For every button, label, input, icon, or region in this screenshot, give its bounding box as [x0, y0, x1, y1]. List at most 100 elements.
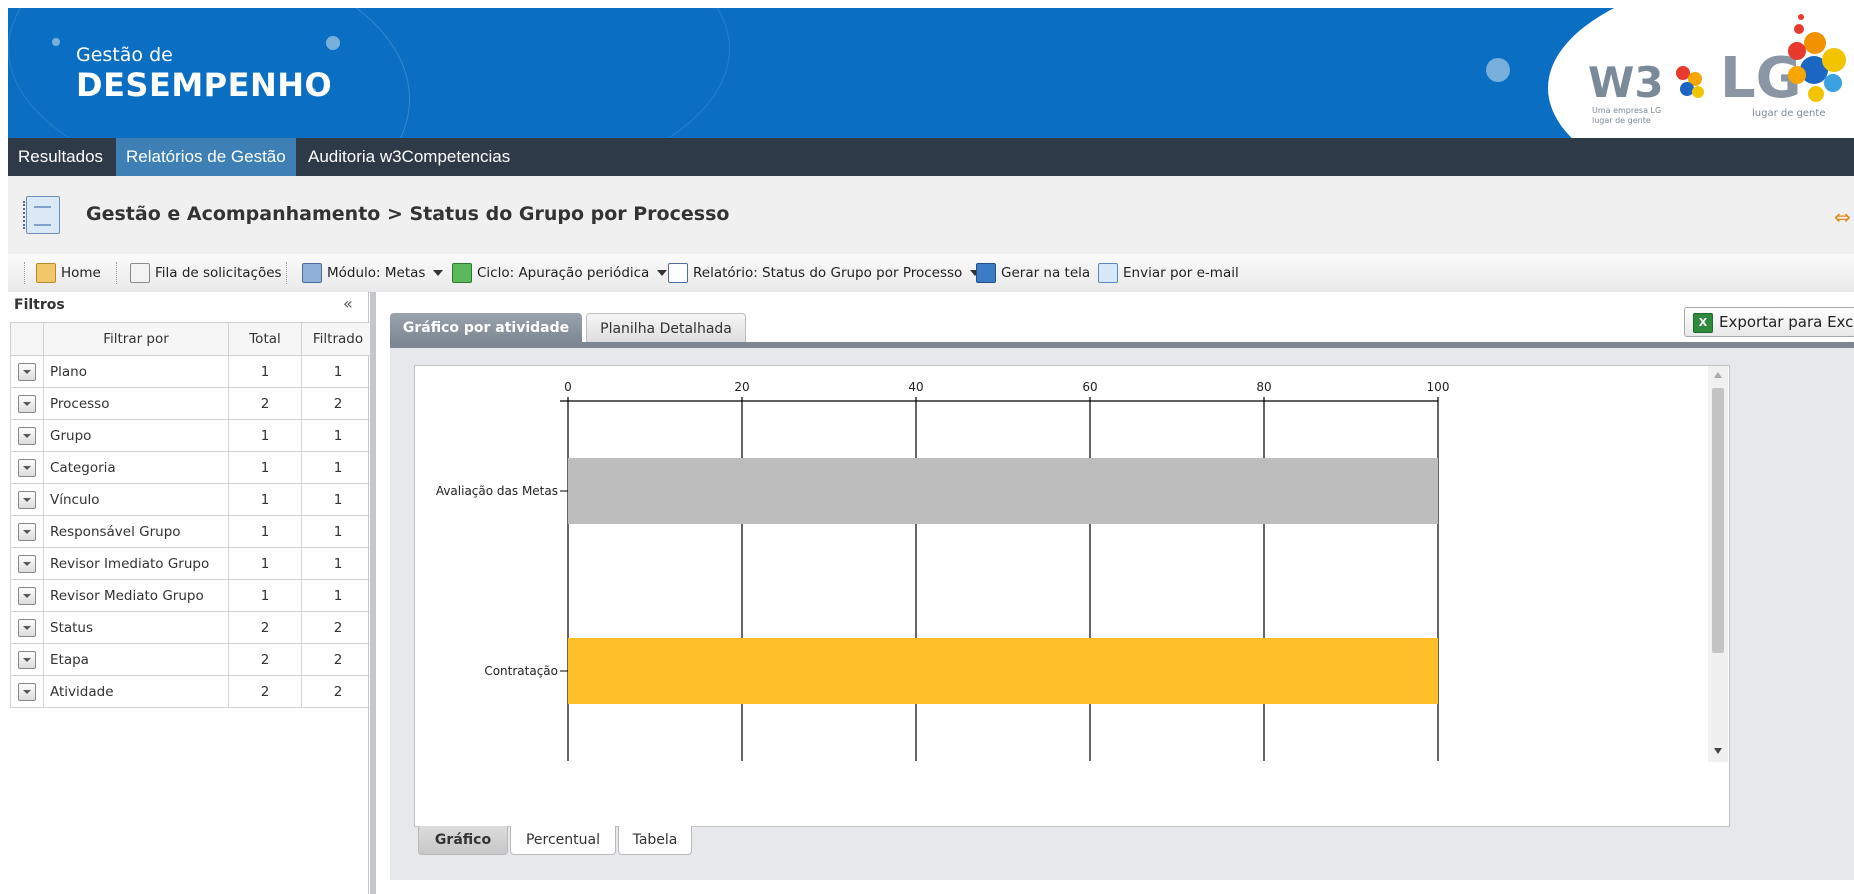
menu-item-relatorios-de-gestao[interactable]: Relatórios de Gestão: [116, 138, 296, 176]
bar-chart: 0 20 40 60 80 100 Avaliação das Metas Contrataç…: [436, 380, 1449, 761]
chart-vertical-scrollbar[interactable]: [1708, 366, 1728, 762]
logo-ball: [1798, 14, 1804, 20]
filter-total: 1: [228, 515, 302, 548]
x-tick-label: 40: [908, 380, 923, 394]
tab-percentual[interactable]: Percentual: [510, 826, 616, 855]
excel-icon: X: [1693, 312, 1713, 333]
filter-name: Atividade: [43, 675, 229, 708]
filter-name: Etapa: [43, 643, 229, 676]
chevron-down-icon: [433, 270, 444, 276]
cycle-label: Ciclo: Apuração periódica: [477, 265, 650, 281]
filter-dropdown-button[interactable]: [10, 515, 44, 548]
header-decoration: [326, 36, 340, 50]
tab-grafico-por-atividade[interactable]: Gráfico por atividade: [390, 313, 582, 343]
filter-dropdown-button[interactable]: [10, 579, 44, 612]
envelope-icon: [1098, 263, 1118, 283]
table-row: Revisor Mediato Grupo 1 1: [10, 579, 375, 612]
scroll-down-arrow-icon[interactable]: [1714, 748, 1722, 754]
menu-item-auditoria[interactable]: Auditoria w3Competencias: [298, 138, 520, 176]
chevron-down-icon: [18, 618, 36, 637]
table-row: Revisor Imediato Grupo 1 1: [10, 547, 375, 580]
filter-total: 1: [228, 355, 302, 388]
filter-total: 1: [228, 419, 302, 452]
filter-filtered: 2: [301, 611, 375, 644]
module-dropdown[interactable]: Módulo: Metas: [302, 263, 444, 283]
menu-item-resultados[interactable]: Resultados: [8, 138, 113, 176]
filter-name: Grupo: [43, 419, 229, 452]
logo-ball: [1692, 86, 1704, 98]
filter-dropdown-button[interactable]: [10, 355, 44, 388]
chevron-down-icon: [18, 650, 36, 669]
table-row: Status 2 2: [10, 611, 375, 644]
request-queue-button[interactable]: Fila de solicitações: [130, 263, 282, 283]
logo-ball: [1788, 42, 1806, 60]
w3-logo: W3: [1588, 58, 1664, 107]
send-email-button[interactable]: Enviar por e-mail: [1098, 263, 1239, 283]
filter-dropdown-button[interactable]: [10, 419, 44, 452]
filter-dropdown-button[interactable]: [10, 643, 44, 676]
filter-name: Vínculo: [43, 483, 229, 516]
logo-ball: [1794, 24, 1804, 34]
filter-name: Plano: [43, 355, 229, 388]
table-header-filter-by: Filtrar por: [43, 322, 229, 356]
brand-line1: Gestão de: [76, 44, 173, 66]
tab-grafico[interactable]: Gráfico: [418, 826, 508, 855]
filter-filtered: 2: [301, 675, 375, 708]
filters-table: Filtrar por Total Filtrado Plano 1 1 Proces…: [10, 322, 375, 708]
report-dropdown[interactable]: Relatório: Status do Grupo por Processo: [668, 263, 981, 283]
chevron-down-icon: [18, 522, 36, 541]
scroll-up-arrow-icon[interactable]: [1714, 372, 1722, 378]
chevron-down-icon: [18, 394, 36, 413]
generate-on-screen-button[interactable]: Gerar na tela: [976, 263, 1090, 283]
expand-arrows-icon[interactable]: ⇔: [1834, 205, 1851, 229]
filter-filtered: 1: [301, 419, 375, 452]
filter-filtered: 1: [301, 355, 375, 388]
chevron-down-icon: [18, 682, 36, 701]
report-document-icon: [668, 263, 688, 283]
filter-dropdown-button[interactable]: [10, 675, 44, 708]
home-label: Home: [61, 265, 101, 281]
table-row: Processo 2 2: [10, 387, 375, 420]
filter-dropdown-button[interactable]: [10, 611, 44, 644]
category-label: Contratação: [484, 664, 558, 678]
chevron-down-icon: [18, 362, 36, 381]
module-cubes-icon: [302, 263, 322, 283]
table-header-filtered: Filtrado: [301, 322, 375, 356]
collapse-panel-icon[interactable]: «: [343, 294, 353, 313]
toolbar-separator: [116, 262, 117, 284]
chevron-down-icon: [18, 490, 36, 509]
filter-total: 1: [228, 547, 302, 580]
filter-total: 2: [228, 387, 302, 420]
x-tick-label: 0: [564, 380, 572, 394]
filter-dropdown-button[interactable]: [10, 387, 44, 420]
x-tick-label: 20: [734, 380, 749, 394]
filter-total: 1: [228, 483, 302, 516]
bar: [568, 638, 1438, 704]
chevron-down-icon: [18, 426, 36, 445]
filter-filtered: 2: [301, 643, 375, 676]
filter-dropdown-button[interactable]: [10, 483, 44, 516]
table-row: Etapa 2 2: [10, 643, 375, 676]
cycle-refresh-icon: [452, 263, 472, 283]
chevron-down-icon: [657, 270, 668, 276]
home-icon: [36, 263, 56, 283]
filter-name: Categoria: [43, 451, 229, 484]
filter-dropdown-button[interactable]: [10, 547, 44, 580]
filter-name: Revisor Imediato Grupo: [43, 547, 229, 580]
home-button[interactable]: Home: [36, 263, 101, 283]
table-header-total: Total: [228, 322, 302, 356]
filter-total: 2: [228, 611, 302, 644]
filter-filtered: 1: [301, 483, 375, 516]
toolbar-separator: [24, 262, 25, 284]
cycle-dropdown[interactable]: Ciclo: Apuração periódica: [452, 263, 668, 283]
clipboard-icon: [130, 263, 150, 283]
toolbar-separator: [286, 262, 287, 284]
export-excel-button[interactable]: X Exportar para Excel: [1684, 307, 1854, 337]
filter-dropdown-button[interactable]: [10, 451, 44, 484]
table-header-dropdown: [10, 322, 44, 356]
filter-name: Processo: [43, 387, 229, 420]
tab-tabela[interactable]: Tabela: [618, 826, 692, 855]
scrollbar-thumb[interactable]: [1712, 388, 1724, 653]
filter-total: 2: [228, 675, 302, 708]
tab-planilha-detalhada[interactable]: Planilha Detalhada: [586, 313, 746, 344]
